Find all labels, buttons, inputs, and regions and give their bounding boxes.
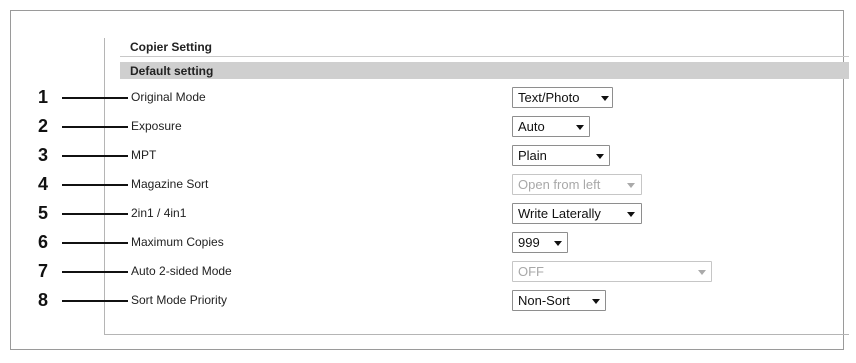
select-value: Non-Sort bbox=[518, 293, 571, 308]
callout-leader-line bbox=[62, 126, 128, 128]
setting-row-original-mode: 1 Original Mode Text/Photo bbox=[0, 87, 856, 108]
select-value: Write Laterally bbox=[518, 206, 601, 221]
setting-label: Magazine Sort bbox=[131, 177, 209, 191]
auto-2-sided-mode-select: OFF bbox=[512, 261, 712, 282]
callout-number: 8 bbox=[38, 290, 49, 310]
title-divider bbox=[120, 56, 849, 57]
callout-leader-line bbox=[62, 97, 128, 99]
page-title: Copier Setting bbox=[130, 40, 213, 54]
setting-label: MPT bbox=[131, 148, 157, 162]
callout-leader-line bbox=[62, 184, 128, 186]
setting-label: 2in1 / 4in1 bbox=[131, 206, 187, 220]
callout-number: 2 bbox=[38, 116, 49, 136]
setting-row-exposure: 2 Exposure Auto bbox=[0, 116, 856, 137]
setting-label: Exposure bbox=[131, 119, 182, 133]
callout-leader-line bbox=[62, 271, 128, 273]
setting-label: Maximum Copies bbox=[131, 235, 224, 249]
callout-number: 5 bbox=[38, 203, 49, 223]
select-value: OFF bbox=[518, 264, 544, 279]
callout-number: 3 bbox=[38, 145, 49, 165]
setting-row-2in1-4in1: 5 2in1 / 4in1 Write Laterally bbox=[0, 203, 856, 224]
callout-number: 6 bbox=[38, 232, 49, 252]
exposure-select[interactable]: Auto bbox=[512, 116, 590, 137]
callout-leader-line bbox=[62, 300, 128, 302]
2in1-4in1-select[interactable]: Write Laterally bbox=[512, 203, 642, 224]
setting-row-maximum-copies: 6 Maximum Copies 999 bbox=[0, 232, 856, 253]
original-mode-select[interactable]: Text/Photo bbox=[512, 87, 613, 108]
callout-leader-line bbox=[62, 155, 128, 157]
callout-number: 4 bbox=[38, 174, 49, 194]
sort-mode-priority-select[interactable]: Non-Sort bbox=[512, 290, 606, 311]
select-value: Text/Photo bbox=[518, 90, 580, 105]
setting-row-sort-mode-priority: 8 Sort Mode Priority Non-Sort bbox=[0, 290, 856, 311]
select-value: Auto bbox=[518, 119, 545, 134]
setting-label: Original Mode bbox=[131, 90, 206, 104]
callout-leader-line bbox=[62, 242, 128, 244]
setting-row-auto-2-sided-mode: 7 Auto 2-sided Mode OFF bbox=[0, 261, 856, 282]
callout-leader-line bbox=[62, 213, 128, 215]
callout-number: 1 bbox=[38, 87, 49, 107]
section-header: Default setting bbox=[120, 62, 849, 79]
magazine-sort-select: Open from left bbox=[512, 174, 642, 195]
callout-number: 7 bbox=[38, 261, 49, 281]
mpt-select[interactable]: Plain bbox=[512, 145, 610, 166]
setting-row-magazine-sort: 4 Magazine Sort Open from left bbox=[0, 174, 856, 195]
setting-row-mpt: 3 MPT Plain bbox=[0, 145, 856, 166]
select-value: Open from left bbox=[518, 177, 601, 192]
setting-label: Auto 2-sided Mode bbox=[131, 264, 232, 278]
section-title: Default setting bbox=[130, 64, 214, 78]
select-value: 999 bbox=[518, 235, 540, 250]
select-value: Plain bbox=[518, 148, 547, 163]
maximum-copies-select[interactable]: 999 bbox=[512, 232, 568, 253]
setting-label: Sort Mode Priority bbox=[131, 293, 228, 307]
